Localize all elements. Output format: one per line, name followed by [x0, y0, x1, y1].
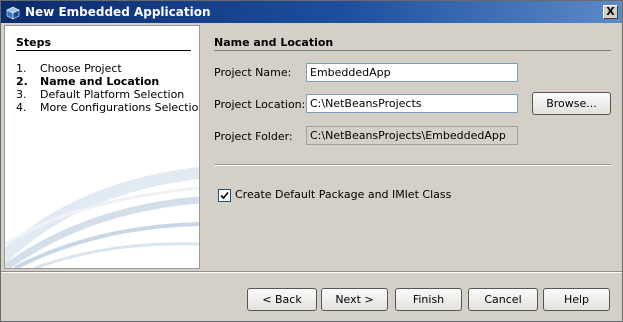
- create-default-package-label[interactable]: Create Default Package and IMlet Class: [235, 188, 451, 201]
- step-label: Default Platform Selection: [40, 88, 185, 101]
- back-button[interactable]: < Back: [247, 288, 317, 311]
- section-divider: [214, 50, 611, 51]
- help-button[interactable]: Help: [543, 288, 610, 311]
- window-title: New Embedded Application: [25, 5, 211, 19]
- project-name-label: Project Name:: [214, 66, 292, 79]
- step-number: 4.: [16, 101, 27, 114]
- step-item-choose-project: 1. Choose Project: [16, 62, 199, 75]
- steps-divider: [16, 50, 191, 51]
- finish-button[interactable]: Finish: [395, 288, 462, 311]
- step-number: 2.: [16, 75, 28, 88]
- project-location-input[interactable]: C:\NetBeansProjects: [306, 94, 518, 113]
- button-bar-divider: [1, 271, 622, 273]
- project-folder-label: Project Folder:: [214, 130, 293, 143]
- step-label: More Configurations Selection: [40, 101, 200, 114]
- step-number: 1.: [16, 62, 27, 75]
- steps-panel: Steps 1. Choose Project 2. Name and Locati…: [4, 25, 200, 269]
- next-button[interactable]: Next >: [321, 288, 388, 311]
- step-item-name-and-location: 2. Name and Location: [16, 75, 199, 88]
- close-button[interactable]: X: [603, 5, 618, 19]
- checkmark-icon: [220, 191, 229, 200]
- title-bar[interactable]: New Embedded Application X: [1, 1, 622, 23]
- project-location-label: Project Location:: [214, 98, 306, 111]
- steps-heading: Steps: [16, 36, 52, 49]
- new-embedded-application-dialog: New Embedded Application X Steps 1. Choos…: [0, 0, 623, 322]
- options-separator: [214, 164, 611, 166]
- project-name-input[interactable]: EmbeddedApp: [306, 63, 518, 82]
- netbeans-cube-icon: [6, 5, 20, 20]
- cancel-button[interactable]: Cancel: [468, 288, 538, 311]
- browse-button[interactable]: Browse...: [532, 92, 611, 115]
- steps-list: 1. Choose Project 2. Name and Location 3. D…: [16, 62, 200, 114]
- section-heading: Name and Location: [214, 36, 334, 49]
- create-default-package-checkbox[interactable]: [218, 189, 231, 202]
- step-item-more-configurations-selection: 4. More Configurations Selection: [16, 101, 200, 114]
- decorative-swoosh-graphic: [5, 167, 199, 268]
- step-item-default-platform-selection: 3. Default Platform Selection: [16, 88, 199, 101]
- project-folder-field: C:\NetBeansProjects\EmbeddedApp: [306, 126, 518, 145]
- step-number: 3.: [16, 88, 27, 101]
- step-label: Name and Location: [40, 75, 160, 88]
- step-label: Choose Project: [40, 62, 122, 75]
